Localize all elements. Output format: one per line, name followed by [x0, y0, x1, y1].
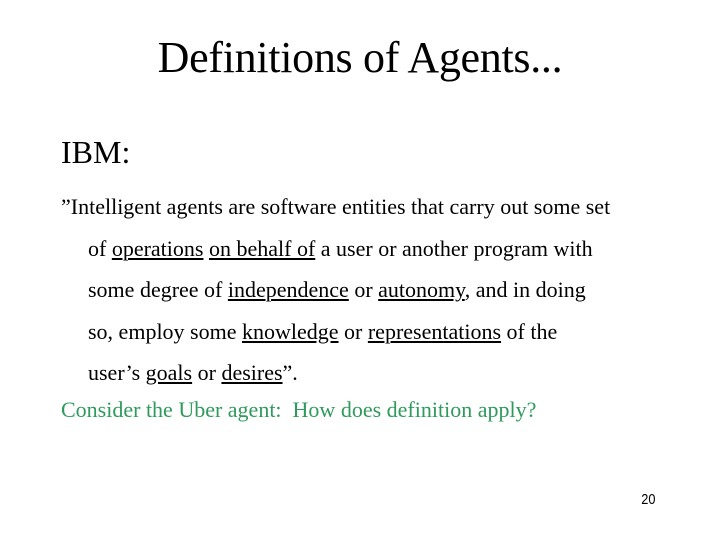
definition-line: of operations on behalf of a user or ano…	[61, 228, 701, 270]
text-segment: some degree of	[88, 277, 228, 302]
underlined-term: goals	[145, 360, 193, 385]
underlined-term: knowledge	[242, 318, 339, 344]
text-segment: of the	[501, 318, 558, 344]
text-segment: of	[88, 235, 112, 261]
text-segment: or	[192, 360, 222, 385]
underlined-term: independence	[227, 277, 349, 302]
definition-source-heading: IBM:	[61, 134, 131, 170]
underlined-term: desires	[221, 360, 283, 385]
text-segment: or	[348, 277, 379, 302]
text-segment: so, employ some	[88, 318, 242, 344]
text-segment: , and in doing	[464, 277, 586, 302]
definition-line: user’s goals or desires”.	[61, 352, 701, 394]
text-segment: a user or another program with	[315, 235, 593, 261]
page-number: 20	[641, 491, 656, 508]
underlined-term: autonomy	[378, 277, 465, 302]
underlined-term: representations	[367, 318, 502, 344]
text-segment: user’s	[88, 360, 146, 385]
definition-quote: ”Intelligent agents are software entitie…	[61, 186, 701, 394]
definition-line: so, employ some knowledge or representat…	[61, 311, 701, 353]
definition-line: some degree of independence or autonomy,…	[61, 269, 701, 311]
underlined-term: on behalf of	[208, 235, 316, 261]
discussion-question: Consider the Uber agent: How does defini…	[61, 397, 537, 422]
slide-title: Definitions of Agents...	[157, 33, 563, 82]
text-segment: or	[338, 318, 368, 344]
definition-line: ”Intelligent agents are software entitie…	[61, 186, 701, 228]
text-segment: ”Intelligent agents are software entitie…	[61, 194, 611, 219]
underlined-term: operations	[111, 235, 204, 261]
text-segment: ”.	[282, 360, 298, 385]
